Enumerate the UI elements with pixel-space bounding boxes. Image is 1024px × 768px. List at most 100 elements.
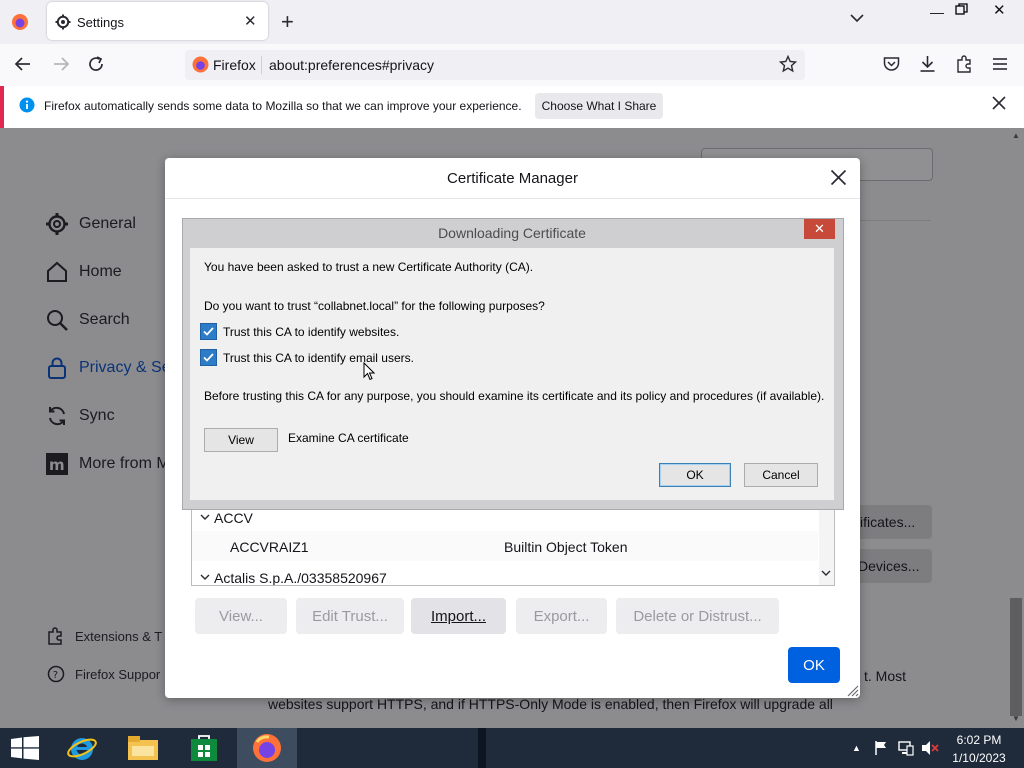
store-icon[interactable] bbox=[174, 728, 234, 768]
sidebar-footer-extensions[interactable]: Extensions & T bbox=[47, 627, 162, 645]
svg-text:?: ? bbox=[53, 670, 58, 681]
sidebar-item-label: Sync bbox=[79, 407, 115, 424]
ok-button[interactable]: OK bbox=[659, 463, 731, 487]
trust-email-checkbox[interactable] bbox=[200, 349, 217, 366]
svg-text:m: m bbox=[49, 456, 65, 474]
menu-icon[interactable] bbox=[992, 57, 1008, 71]
trust-email-checkbox-row[interactable]: Trust this CA to identify email users. bbox=[200, 349, 414, 366]
sidebar-footer-label: Extensions & T bbox=[75, 628, 163, 644]
downloads-icon[interactable] bbox=[919, 55, 936, 73]
identity-label: Firefox bbox=[213, 57, 256, 73]
network-icon[interactable] bbox=[898, 740, 914, 756]
puzzle-icon bbox=[47, 627, 65, 645]
sidebar-item-label: More from M bbox=[79, 455, 170, 472]
extensions-icon[interactable] bbox=[956, 55, 973, 73]
delete-or-distrust-button[interactable]: Delete or Distrust... bbox=[616, 598, 779, 634]
notification-stripe bbox=[0, 86, 4, 128]
url-divider bbox=[261, 56, 262, 74]
table-row[interactable]: ACCVRAIZ1 Builtin Object Token bbox=[192, 531, 818, 561]
sidebar-item-label: Search bbox=[79, 311, 130, 328]
clock-date[interactable]: 1/10/2023 bbox=[948, 751, 1010, 765]
firefox-logo-icon bbox=[192, 56, 209, 73]
sidebar-item-privacy[interactable]: Privacy & Se bbox=[45, 356, 171, 380]
help-icon: ? bbox=[47, 665, 65, 683]
view-button[interactable]: View... bbox=[195, 598, 287, 634]
trust-websites-label: Trust this CA to identify websites. bbox=[223, 324, 400, 339]
security-devices-label: Devices... bbox=[858, 558, 920, 574]
import-button[interactable]: Import... bbox=[411, 598, 506, 634]
action-center-flag-icon[interactable] bbox=[874, 740, 888, 756]
cancel-button[interactable]: Cancel bbox=[744, 463, 818, 487]
close-icon[interactable]: ✕ bbox=[804, 219, 835, 239]
reload-icon[interactable] bbox=[87, 55, 105, 73]
cert-name: ACCVRAIZ1 bbox=[230, 539, 309, 555]
certificate-tree[interactable]: ACCV ACCVRAIZ1 Builtin Object Token Acta… bbox=[191, 508, 835, 586]
mouse-cursor-icon bbox=[363, 362, 375, 381]
dialog-body: You have been asked to trust a new Certi… bbox=[190, 248, 834, 500]
minimize-icon[interactable]: — bbox=[930, 4, 944, 20]
view-certificates-label: ificates... bbox=[860, 514, 916, 530]
restore-icon[interactable] bbox=[955, 3, 968, 16]
warning-text: Before trusting this CA for any purpose,… bbox=[204, 389, 825, 403]
info-icon bbox=[19, 97, 35, 113]
chevron-down-icon[interactable] bbox=[200, 512, 210, 522]
firefox-taskbar-icon[interactable] bbox=[237, 728, 297, 768]
scroll-down-icon[interactable]: ▼ bbox=[1012, 714, 1020, 723]
lock-icon bbox=[45, 356, 69, 380]
new-tab-icon[interactable]: + bbox=[281, 9, 294, 35]
tree-group-actalis[interactable]: Actalis S.p.A./03358520967 bbox=[214, 570, 387, 585]
sidebar-item-general[interactable]: General bbox=[45, 212, 136, 236]
chevron-down-icon[interactable] bbox=[200, 572, 210, 582]
sidebar-item-sync[interactable]: Sync bbox=[45, 404, 115, 428]
trust-email-label: Trust this CA to identify email users. bbox=[223, 350, 414, 365]
edit-trust-button[interactable]: Edit Trust... bbox=[296, 598, 404, 634]
back-icon[interactable] bbox=[14, 55, 32, 73]
notification-close-icon[interactable] bbox=[991, 95, 1007, 111]
ok-button[interactable]: OK bbox=[788, 647, 840, 683]
sidebar-footer-label: Firefox Suppor bbox=[75, 666, 161, 682]
tab-title: Settings bbox=[77, 15, 124, 30]
file-explorer-icon[interactable] bbox=[113, 728, 173, 768]
choose-what-i-share-button[interactable]: Choose What I Share bbox=[535, 93, 663, 119]
pocket-icon[interactable] bbox=[883, 56, 900, 72]
internet-explorer-icon[interactable] bbox=[52, 728, 112, 768]
window-close-icon[interactable]: ✕ bbox=[993, 1, 1006, 19]
resize-grip-icon[interactable] bbox=[845, 683, 859, 697]
windows-start-icon[interactable] bbox=[11, 736, 39, 760]
sidebar-item-label: Privacy & Se bbox=[79, 359, 171, 376]
sidebar-item-home[interactable]: Home bbox=[45, 260, 122, 284]
sidebar-item-more-from-mozilla[interactable]: m More from M bbox=[45, 452, 170, 476]
dialog-title: Downloading Certificate bbox=[438, 225, 586, 241]
sidebar-item-label: General bbox=[79, 215, 136, 232]
list-all-tabs-icon[interactable] bbox=[850, 13, 864, 23]
trust-websites-checkbox-row[interactable]: Trust this CA to identify websites. bbox=[200, 323, 399, 340]
bookmark-star-icon[interactable] bbox=[779, 55, 797, 73]
view-ca-button[interactable]: View bbox=[204, 428, 278, 452]
clock-time[interactable]: 6:02 PM bbox=[948, 733, 1010, 747]
gear-icon bbox=[45, 212, 69, 236]
show-hidden-icons-icon[interactable]: ▲ bbox=[852, 743, 861, 753]
tree-scrollbar[interactable] bbox=[819, 509, 834, 585]
tree-group-accv[interactable]: ACCV bbox=[214, 510, 253, 526]
sidebar-item-search[interactable]: Search bbox=[45, 308, 130, 332]
sidebar-item-label: Home bbox=[79, 263, 122, 280]
volume-muted-icon[interactable] bbox=[921, 740, 939, 756]
sync-icon bbox=[45, 404, 69, 428]
forward-icon[interactable] bbox=[52, 55, 70, 73]
export-button[interactable]: Export... bbox=[516, 598, 607, 634]
url-text[interactable]: about:preferences#privacy bbox=[269, 57, 434, 73]
trust-websites-checkbox[interactable] bbox=[200, 323, 217, 340]
sidebar-footer-support[interactable]: ? Firefox Suppor bbox=[47, 665, 160, 683]
tab-close-icon[interactable]: ✕ bbox=[244, 12, 257, 30]
home-icon bbox=[45, 260, 69, 284]
firefox-view-icon[interactable] bbox=[11, 13, 29, 31]
scroll-down-icon[interactable] bbox=[821, 569, 831, 577]
question-text: Do you want to trust “collabnet.local” f… bbox=[204, 299, 545, 313]
page-scrollbar-thumb[interactable] bbox=[1010, 598, 1022, 716]
mozilla-icon: m bbox=[45, 452, 69, 476]
scroll-up-icon[interactable]: ▲ bbox=[1012, 131, 1020, 140]
https-description-line: websites support HTTPS, and if HTTPS-Onl… bbox=[268, 696, 833, 712]
close-icon[interactable] bbox=[830, 169, 847, 186]
intro-text: You have been asked to trust a new Certi… bbox=[204, 260, 534, 274]
https-description-fragment: t. Most bbox=[864, 668, 907, 684]
